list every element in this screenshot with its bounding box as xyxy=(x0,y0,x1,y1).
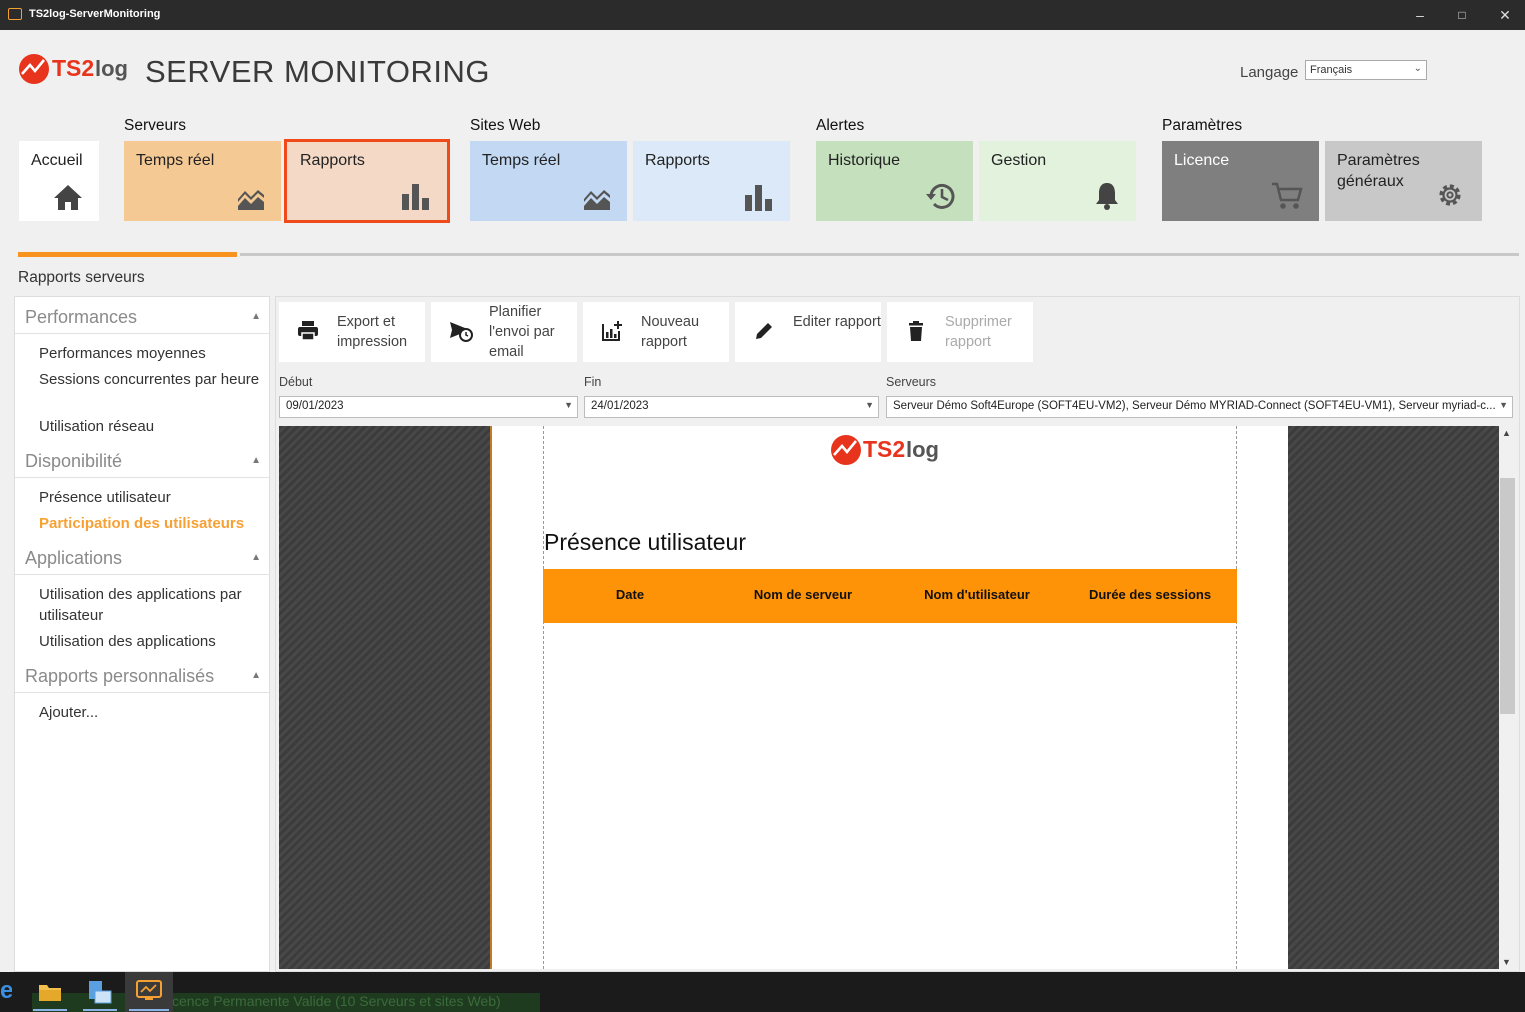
column-header: Nom d'utilisateur xyxy=(924,587,1030,602)
add-chart-icon xyxy=(602,321,622,341)
schedule-email-button[interactable]: Planifier l'envoi par email xyxy=(431,302,577,362)
history-icon xyxy=(926,183,955,209)
scroll-down-icon[interactable]: ▼ xyxy=(1502,957,1511,967)
minimize-button[interactable]: – xyxy=(1405,4,1435,26)
gear-icon xyxy=(1439,184,1461,206)
column-header: Date xyxy=(615,587,645,602)
category-applications[interactable]: Applications xyxy=(25,548,122,569)
report-page: TS2 log Présence utilisateur Date Nom de… xyxy=(492,426,1288,969)
tile-alerts-history[interactable]: Historique xyxy=(816,141,973,221)
file-explorer-taskbar-icon[interactable] xyxy=(27,972,73,1012)
pencil-icon xyxy=(756,323,772,339)
scrollbar-thumb[interactable] xyxy=(1500,478,1515,714)
app-title: SERVER MONITORING xyxy=(145,54,490,89)
category-custom-reports[interactable]: Rapports personnalisés xyxy=(25,666,214,687)
bar-chart-icon xyxy=(745,185,772,211)
tile-settings-license[interactable]: Licence xyxy=(1162,141,1319,221)
chevron-down-icon: ⌄ xyxy=(1413,63,1422,74)
tile-alerts-management[interactable]: Gestion xyxy=(979,141,1136,221)
report-logo: TS2 log xyxy=(829,433,959,467)
start-date-label: Début xyxy=(279,375,313,389)
report-item[interactable]: Utilisation des applications xyxy=(39,631,263,652)
report-title: Présence utilisateur xyxy=(544,529,746,555)
tab-indicator-track xyxy=(240,253,1519,256)
add-report-link[interactable]: Ajouter... xyxy=(39,702,263,723)
cart-icon xyxy=(1272,182,1303,209)
tile-websites-realtime[interactable]: Temps réel xyxy=(470,141,627,221)
area-chart-icon xyxy=(584,190,610,210)
preview-left-background xyxy=(279,426,492,969)
group-label-servers: Serveurs xyxy=(124,117,187,134)
tile-settings-general[interactable]: Paramètres généraux xyxy=(1325,141,1482,221)
printer-icon xyxy=(298,321,318,341)
collapse-icon[interactable]: ▲ xyxy=(251,311,261,322)
report-item-active[interactable]: Participation des utilisateurs xyxy=(39,513,263,534)
servers-label: Serveurs xyxy=(886,375,937,389)
report-table-header: Date Nom de serveur Nom d'utilisateur Du… xyxy=(543,569,1237,623)
area-chart-icon xyxy=(238,190,264,210)
language-select[interactable]: Français ⌄ xyxy=(1305,60,1427,80)
language-label: Langage xyxy=(1240,64,1299,81)
new-report-button[interactable]: Nouveau rapport xyxy=(583,302,729,362)
ts2log-taskbar-icon[interactable] xyxy=(125,972,173,1012)
category-disponibilite[interactable]: Disponibilité xyxy=(25,451,122,472)
tile-servers-reports[interactable]: Rapports xyxy=(284,139,450,223)
delete-report-button[interactable]: Supprimer rapport xyxy=(887,302,1033,362)
home-icon xyxy=(54,185,82,210)
section-title: Rapports serveurs xyxy=(18,269,145,286)
trash-icon xyxy=(909,321,923,341)
title-bar: TS2log-ServerMonitoring – □ ✕ xyxy=(0,0,1525,30)
collapse-icon[interactable]: ▲ xyxy=(251,455,261,466)
collapse-icon[interactable]: ▲ xyxy=(251,552,261,563)
bar-chart-icon xyxy=(402,184,429,210)
send-schedule-icon xyxy=(450,322,473,342)
collapse-icon[interactable]: ▲ xyxy=(251,670,261,681)
report-item[interactable]: Utilisation réseau xyxy=(39,416,263,437)
report-item[interactable]: Sessions concurrentes par heure xyxy=(39,369,263,390)
chevron-down-icon: ▼ xyxy=(564,400,573,410)
servers-select[interactable]: Serveur Démo Soft4Europe (SOFT4EU-VM2), … xyxy=(886,396,1513,418)
start-date-field[interactable]: 09/01/2023 ▼ xyxy=(279,396,578,418)
chevron-down-icon: ▼ xyxy=(1499,400,1508,410)
chevron-down-icon: ▼ xyxy=(865,400,874,410)
export-print-button[interactable]: Export et impression xyxy=(279,302,425,362)
preview-right-background xyxy=(1286,426,1499,969)
window-title: TS2log-ServerMonitoring xyxy=(29,8,161,20)
maximize-button[interactable]: □ xyxy=(1447,4,1477,26)
tile-websites-reports[interactable]: Rapports xyxy=(633,141,790,221)
server-manager-taskbar-icon[interactable] xyxy=(77,972,123,1012)
tile-servers-realtime[interactable]: Temps réel xyxy=(124,141,281,221)
column-header: Durée des sessions xyxy=(1088,587,1212,602)
scroll-up-icon[interactable]: ▲ xyxy=(1502,428,1511,438)
ts2log-logo: TS2 log xyxy=(18,52,138,88)
category-performances[interactable]: Performances xyxy=(25,307,137,328)
app-icon xyxy=(8,8,22,20)
report-item[interactable]: Utilisation des applications par utilisa… xyxy=(39,584,263,626)
report-item[interactable]: Présence utilisateur xyxy=(39,487,263,508)
close-button[interactable]: ✕ xyxy=(1490,4,1520,26)
group-label-alerts: Alertes xyxy=(816,117,865,134)
tab-indicator-active xyxy=(18,252,237,257)
report-item[interactable]: Performances moyennes xyxy=(39,343,263,364)
column-header: Nom de serveur xyxy=(753,587,853,602)
group-label-settings: Paramètres xyxy=(1162,117,1243,134)
browser-icon[interactable]: e xyxy=(0,978,12,1006)
edit-report-button[interactable]: Editer rapport xyxy=(735,302,881,362)
tile-home[interactable]: Accueil xyxy=(19,141,99,221)
end-date-label: Fin xyxy=(584,375,602,389)
report-preview[interactable]: TS2 log Présence utilisateur Date Nom de… xyxy=(279,426,1499,969)
report-category-panel: Performances ▲ Performances moyennes Ses… xyxy=(14,296,270,972)
bell-icon xyxy=(1096,183,1118,210)
group-label-websites: Sites Web xyxy=(470,117,541,134)
end-date-field[interactable]: 24/01/2023 ▼ xyxy=(584,396,879,418)
